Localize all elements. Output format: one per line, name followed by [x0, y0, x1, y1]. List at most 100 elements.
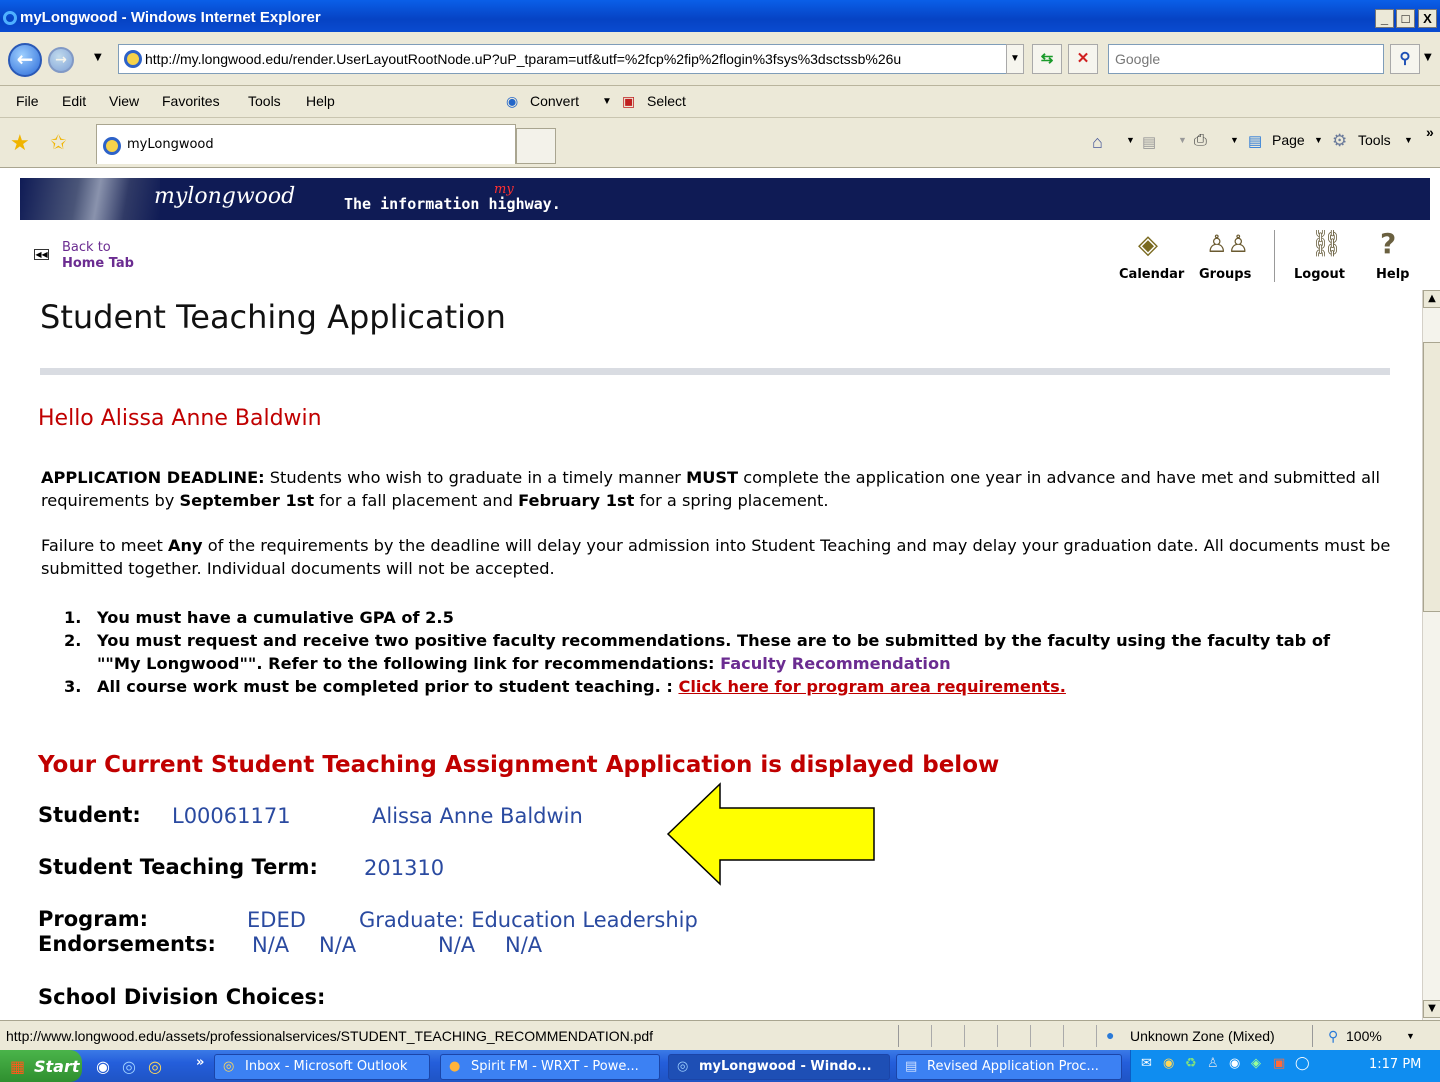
- tools-gear-icon: ⚙: [1332, 131, 1348, 150]
- status-divider: [1312, 1025, 1313, 1047]
- toolbar-overflow-icon[interactable]: »: [1426, 124, 1434, 140]
- groups-link[interactable]: Groups: [1199, 267, 1251, 282]
- page-dropdown-icon[interactable]: ▼: [1314, 135, 1323, 145]
- new-tab-button[interactable]: [516, 128, 556, 164]
- search-input[interactable]: Google: [1108, 44, 1384, 74]
- tray-shield-icon[interactable]: ◯: [1295, 1056, 1310, 1071]
- quicklaunch-show-desktop-icon[interactable]: ◉: [96, 1057, 110, 1076]
- refresh-icon[interactable]: ⇆: [1032, 44, 1062, 74]
- convert-icon: ◉: [506, 93, 519, 109]
- portal-divider: [1274, 230, 1275, 282]
- zoom-icon: ⚲: [1328, 1028, 1339, 1044]
- taskbar-item-spirit-fm-label: Spirit FM - WRXT - Powe...: [471, 1059, 639, 1074]
- close-button[interactable]: X: [1418, 9, 1437, 28]
- home-dropdown-icon[interactable]: ▼: [1126, 135, 1135, 145]
- tab-mylongwood[interactable]: myLongwood: [96, 124, 516, 164]
- feeds-icon[interactable]: ▤: [1142, 133, 1156, 151]
- requirement-2: You must request and receive two positiv…: [97, 629, 1347, 675]
- logout-lock-icon[interactable]: ⛓: [1310, 229, 1343, 259]
- start-button[interactable]: ▦ Start: [0, 1050, 82, 1082]
- taskbar-item-mylongwood-label: myLongwood - Windo...: [699, 1059, 872, 1074]
- failure-text-1: Failure to meet: [41, 536, 168, 555]
- program-label: Program:: [38, 907, 149, 931]
- zoom-dropdown-icon[interactable]: ▼: [1406, 1031, 1415, 1041]
- faculty-recommendation-link[interactable]: Faculty Recommendation: [720, 654, 950, 673]
- status-url: http://www.longwood.edu/assets/professio…: [6, 1028, 654, 1044]
- back-arrow-icon[interactable]: ◀◀: [34, 249, 49, 260]
- endorsement-1: N/A: [252, 933, 290, 957]
- menu-file[interactable]: File: [16, 93, 39, 109]
- scroll-thumb[interactable]: [1423, 342, 1440, 612]
- term-value: 201310: [364, 856, 445, 880]
- search-options-icon[interactable]: ▼: [1424, 52, 1432, 63]
- tools-dropdown-icon[interactable]: ▼: [1404, 135, 1413, 145]
- menu-edit[interactable]: Edit: [62, 93, 86, 109]
- tray-update-icon[interactable]: ◈: [1251, 1056, 1261, 1071]
- back-button[interactable]: ←: [8, 43, 42, 77]
- menu-favorites[interactable]: Favorites: [162, 93, 220, 109]
- deadline-text-3: for a fall placement and: [314, 491, 519, 510]
- help-icon[interactable]: ?: [1380, 227, 1396, 260]
- tab-page-icon: [103, 137, 121, 155]
- stop-icon[interactable]: ✕: [1068, 44, 1098, 74]
- select-button[interactable]: Select: [647, 93, 686, 109]
- minimize-button[interactable]: _: [1375, 9, 1394, 28]
- favorites-star-icon[interactable]: ★: [10, 130, 30, 156]
- firefox-icon: ●: [449, 1059, 461, 1074]
- calendar-icon[interactable]: ◈: [1138, 230, 1158, 260]
- maximize-button[interactable]: □: [1396, 9, 1415, 28]
- add-favorite-icon[interactable]: ✩: [50, 130, 67, 155]
- forward-button[interactable]: →: [48, 47, 74, 73]
- convert-button[interactable]: Convert: [530, 93, 579, 109]
- vertical-scrollbar[interactable]: ▲ ▼: [1422, 290, 1440, 1020]
- tray-mail-icon[interactable]: ✉: [1141, 1056, 1152, 1071]
- help-link[interactable]: Help: [1376, 267, 1409, 282]
- program-requirements-link[interactable]: Click here for program area requirements…: [678, 677, 1065, 696]
- taskbar-item-revised-application[interactable]: ▤ Revised Application Proc...: [896, 1054, 1122, 1080]
- feeds-dropdown-icon[interactable]: ▼: [1178, 135, 1187, 145]
- taskbar-item-spirit-fm[interactable]: ● Spirit FM - WRXT - Powe...: [440, 1054, 660, 1080]
- deadline-text-1: Students who wish to graduate in a timel…: [264, 468, 687, 487]
- zone-globe-icon: ●: [1106, 1027, 1115, 1043]
- print-dropdown-icon[interactable]: ▼: [1230, 135, 1239, 145]
- tray-sync-icon[interactable]: ♻: [1185, 1056, 1197, 1071]
- quicklaunch-outlook-icon[interactable]: ◎: [148, 1057, 162, 1076]
- requirement-3-text: All course work must be completed prior …: [97, 677, 679, 696]
- menu-help[interactable]: Help: [306, 93, 335, 109]
- page-menu-icon: ▤: [1248, 133, 1263, 150]
- tray-antivirus-icon[interactable]: ◉: [1229, 1056, 1240, 1071]
- back-to-home-link[interactable]: Back to Home Tab: [62, 240, 134, 272]
- page-menu-button[interactable]: Page: [1272, 132, 1305, 148]
- deadline-paragraph: APPLICATION DEADLINE: Students who wish …: [41, 466, 1391, 512]
- home-icon[interactable]: ⌂: [1092, 132, 1103, 153]
- search-icon[interactable]: ⚲: [1390, 44, 1420, 74]
- calendar-link[interactable]: Calendar: [1119, 267, 1184, 282]
- history-dropdown-icon[interactable]: ▼: [94, 52, 102, 63]
- term-label: Student Teaching Term:: [38, 855, 318, 879]
- address-bar[interactable]: http://my.longwood.edu/render.UserLayout…: [118, 44, 1024, 74]
- scroll-down-icon[interactable]: ▼: [1423, 1000, 1440, 1018]
- quicklaunch-ie-icon[interactable]: ◎: [122, 1057, 136, 1076]
- tray-network-icon[interactable]: ◉: [1163, 1056, 1174, 1071]
- requirement-3: All course work must be completed prior …: [97, 675, 1066, 698]
- tray-users-icon[interactable]: ♙: [1207, 1056, 1219, 1071]
- print-icon[interactable]: ⎙: [1194, 132, 1207, 150]
- menu-tools[interactable]: Tools: [248, 93, 281, 109]
- convert-dropdown-icon[interactable]: ▼: [602, 96, 612, 107]
- outlook-icon: ◎: [223, 1059, 235, 1074]
- scroll-up-icon[interactable]: ▲: [1423, 290, 1440, 308]
- mylongwood-banner: mylongwood The information highway. my: [20, 178, 1430, 220]
- logout-link[interactable]: Logout: [1294, 267, 1345, 282]
- taskbar-item-outlook[interactable]: ◎ Inbox - Microsoft Outlook: [214, 1054, 430, 1080]
- address-dropdown-icon[interactable]: ▼: [1006, 44, 1024, 74]
- requirement-item: 1. You must have a cumulative GPA of 2.5: [64, 608, 454, 627]
- endorsement-2: N/A: [319, 933, 357, 957]
- zoom-level[interactable]: 100%: [1346, 1028, 1382, 1044]
- menu-view[interactable]: View: [109, 93, 139, 109]
- taskbar-item-mylongwood[interactable]: ◎ myLongwood - Windo...: [668, 1054, 890, 1080]
- groups-icon[interactable]: ♙♙: [1206, 230, 1249, 258]
- tools-menu-button[interactable]: Tools: [1358, 132, 1391, 148]
- tray-app-icon[interactable]: ▣: [1273, 1056, 1285, 1071]
- quicklaunch-overflow-icon[interactable]: »: [196, 1055, 204, 1070]
- banner-tagline: The information highway.: [344, 195, 561, 213]
